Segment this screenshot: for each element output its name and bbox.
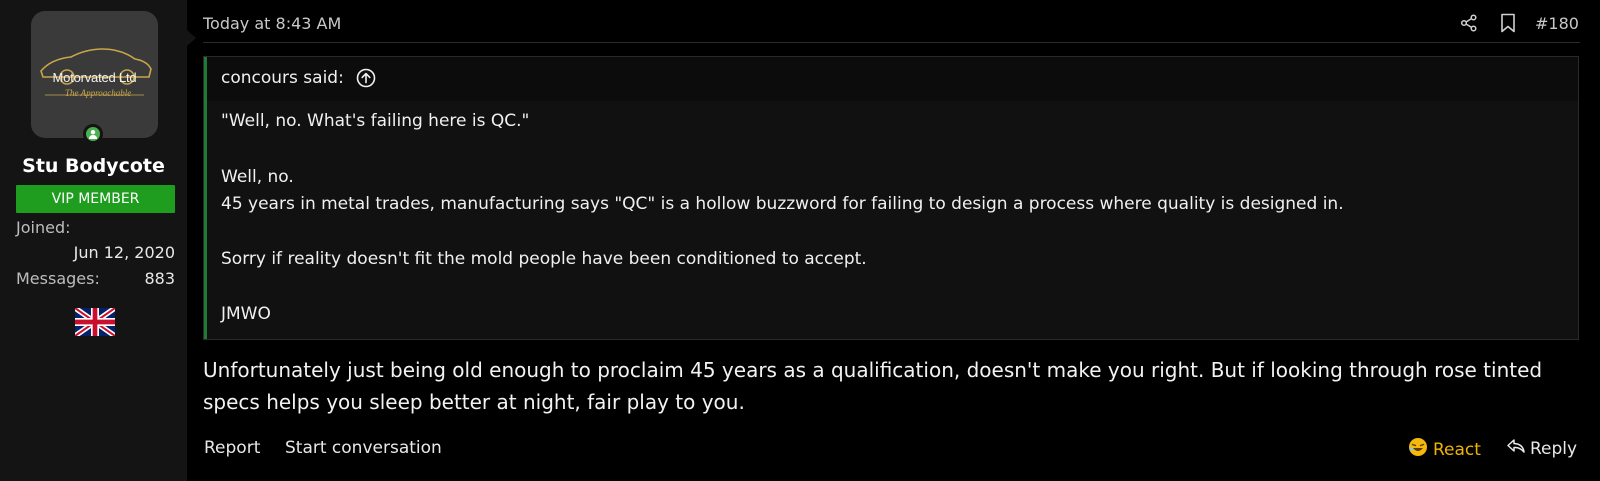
- quote-line: JMWO: [221, 304, 271, 324]
- header-divider: [203, 42, 1580, 43]
- report-link[interactable]: Report: [204, 438, 260, 458]
- joined-label: Joined:: [16, 218, 71, 237]
- avatar-logo-text: Motorvated Ltd: [52, 70, 137, 85]
- avatar[interactable]: Motorvated Ltd The Approachable: [31, 11, 158, 138]
- reply-button[interactable]: Reply: [1506, 437, 1577, 460]
- quote-accent-bar: [204, 57, 207, 339]
- panel-pointer: [187, 30, 196, 46]
- user-panel: Motorvated Ltd The Approachable Stu Body…: [0, 0, 187, 481]
- share-icon[interactable]: [1460, 14, 1478, 36]
- post-timestamp[interactable]: Today at 8:43 AM: [203, 14, 341, 33]
- quote-line: "Well, no. What's failing here is QC.": [221, 111, 530, 131]
- vip-badge: VIP MEMBER: [16, 185, 175, 213]
- quote-block: concours said: "Well, no. What's failing…: [203, 56, 1579, 340]
- laughing-emoji-icon: [1408, 437, 1428, 462]
- start-conversation-link[interactable]: Start conversation: [285, 438, 442, 458]
- joined-value: Jun 12, 2020: [73, 243, 175, 262]
- post-number[interactable]: #180: [1535, 14, 1579, 33]
- avatar-tagline: The Approachable: [65, 88, 132, 98]
- quote-line: Well, no.: [221, 167, 294, 187]
- quote-header: concours said:: [204, 57, 1578, 101]
- post-message: Unfortunately just being old enough to p…: [203, 358, 1543, 414]
- messages-value[interactable]: 883: [144, 269, 175, 288]
- messages-label: Messages:: [16, 269, 100, 288]
- arrow-up-circle-icon[interactable]: [356, 68, 376, 92]
- quote-line: 45 years in metal trades, manufacturing …: [221, 194, 1344, 214]
- online-status-icon: [83, 124, 103, 144]
- bookmark-icon[interactable]: [1500, 13, 1516, 37]
- quote-author[interactable]: concours said:: [221, 68, 344, 88]
- reply-label: Reply: [1530, 438, 1578, 459]
- quote-line: Sorry if reality doesn't fit the mold pe…: [221, 249, 867, 269]
- username[interactable]: Stu Bodycote: [0, 155, 187, 177]
- reply-arrow-icon: [1506, 437, 1526, 460]
- react-label: React: [1433, 439, 1481, 460]
- uk-flag-icon: [73, 305, 117, 339]
- react-button[interactable]: React: [1408, 437, 1481, 462]
